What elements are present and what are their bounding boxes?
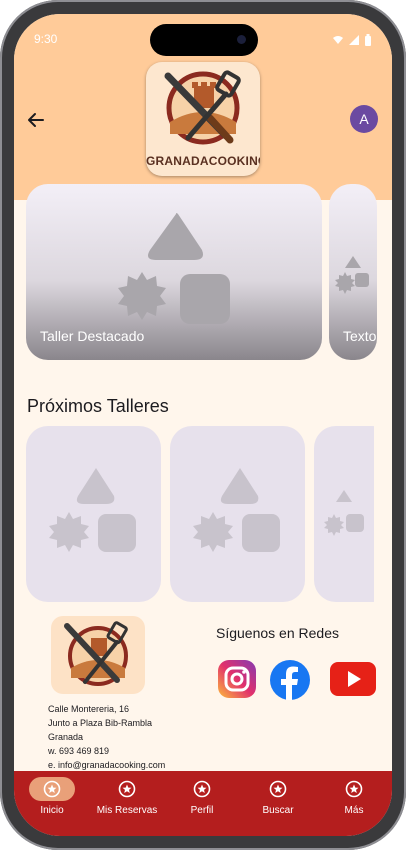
nav-item-buscar[interactable]: Buscar [241, 777, 315, 829]
back-button[interactable] [24, 108, 48, 132]
instagram-button[interactable] [217, 659, 257, 699]
signal-icon [349, 35, 359, 45]
star-circle-icon [43, 780, 61, 798]
facebook-button[interactable] [269, 659, 310, 700]
cooking-emblem-icon [64, 621, 128, 686]
facebook-icon [270, 660, 310, 700]
back-arrow-icon [28, 113, 44, 127]
nav-icon-wrap [104, 777, 150, 801]
featured-card[interactable]: Taller Destacado [26, 184, 322, 360]
footer: Calle Montereria, 16 Junto a Plaza Bib-R… [14, 614, 392, 774]
wifi-icon [333, 36, 343, 44]
dynamic-island [150, 24, 258, 56]
status-icons [332, 34, 372, 46]
star-circle-icon [118, 780, 136, 798]
footer-logo [51, 616, 145, 694]
youtube-icon [330, 662, 376, 696]
section-title: Próximos Talleres [27, 396, 169, 416]
star-circle-icon [269, 780, 287, 798]
nav-label: Mis Reservas [96, 805, 158, 816]
featured-card-title: Taller Destacado [40, 328, 145, 344]
nav-item-inicio[interactable]: Inicio [15, 777, 89, 829]
app-header: 9:30 GRANADACOOKING A [14, 14, 392, 200]
image-placeholder-icon [49, 468, 136, 552]
nav-item-perfil[interactable]: Perfil [165, 777, 239, 829]
youtube-button[interactable] [330, 659, 376, 699]
nav-item-mis-reservas[interactable]: Mis Reservas [90, 777, 164, 829]
workshop-card[interactable] [26, 426, 161, 602]
cooking-emblem-icon [164, 70, 241, 145]
avatar-letter: A [359, 111, 369, 127]
avatar[interactable]: A [350, 105, 378, 133]
nav-icon-wrap [179, 777, 225, 801]
phone-line[interactable]: w. 693 469 819 [48, 744, 165, 758]
image-placeholder-icon [324, 490, 364, 536]
camera-icon [237, 35, 246, 44]
address-line: Granada [48, 732, 84, 742]
app-logo: GRANADACOOKING [146, 62, 260, 176]
address-line: Calle Montereria, 16 [48, 704, 130, 714]
address-block: Calle Montereria, 16 Junto a Plaza Bib-R… [48, 702, 165, 772]
nav-icon-wrap [331, 777, 377, 801]
social-title: Síguenos en Redes [216, 625, 339, 641]
featured-card-title: Texto [343, 328, 377, 344]
bottom-navigation: Inicio Mis Reservas Perfil Buscar Más [14, 771, 392, 836]
nav-active-indicator [29, 777, 75, 801]
star-circle-icon [193, 780, 211, 798]
star-circle-icon [345, 780, 363, 798]
phone-frame: 9:30 GRANADACOOKING A Taller Destacado T… [0, 0, 406, 850]
workshop-carousel[interactable] [26, 426, 374, 602]
logo-text: GRANADACOOKING [146, 154, 260, 168]
status-time: 9:30 [34, 32, 58, 46]
featured-card[interactable]: Texto [329, 184, 377, 360]
instagram-icon [218, 660, 256, 698]
battery-icon [365, 34, 371, 46]
address-line: Junto a Plaza Bib-Rambla [48, 718, 153, 728]
nav-icon-wrap [255, 777, 301, 801]
nav-label: Más [344, 805, 364, 816]
nav-label: Buscar [262, 805, 294, 816]
email-line[interactable]: e. info@granadacooking.com [48, 758, 165, 772]
image-placeholder-icon [193, 468, 280, 552]
app-screen: 9:30 GRANADACOOKING A Taller Destacado T… [14, 14, 392, 836]
workshop-card[interactable] [314, 426, 374, 602]
workshop-card[interactable] [170, 426, 305, 602]
nav-label: Perfil [190, 805, 214, 816]
nav-item-mas[interactable]: Más [317, 777, 391, 829]
nav-label: Inicio [40, 805, 64, 816]
